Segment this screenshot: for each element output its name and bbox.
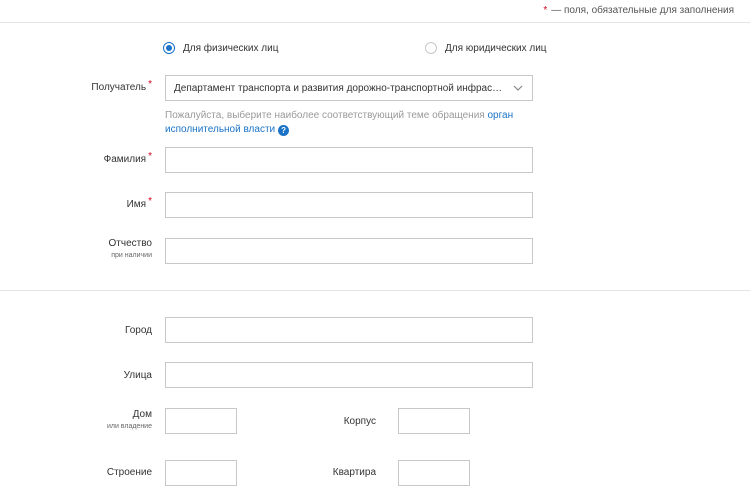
city-label: Город	[124, 325, 152, 336]
radio-individuals[interactable]: Для физических лиц	[163, 42, 278, 54]
required-star: *	[148, 79, 152, 90]
radio-checked-icon	[163, 42, 175, 54]
required-fields-note: * — поля, обязательные для заполнения	[543, 5, 734, 16]
house-sublabel: или владение	[106, 423, 152, 430]
recipient-hint-text: Пожалуйста, выберите наиболее соответств…	[165, 110, 488, 121]
street-input[interactable]	[165, 362, 533, 388]
patronymic-input[interactable]	[165, 238, 533, 264]
patronymic-label-text: Отчество	[108, 238, 152, 249]
patronymic-sublabel: при наличии	[111, 252, 152, 259]
radio-individuals-label: Для физических лиц	[183, 42, 279, 54]
radio-legal-entities-label: Для юридических лиц	[445, 42, 547, 54]
radio-legal-entities[interactable]: Для юридических лиц	[425, 42, 547, 54]
recipient-label-text: Получатель	[91, 82, 147, 93]
structure-input[interactable]	[165, 460, 237, 486]
recipient-select[interactable]: Департамент транспорта и развития дорожн…	[165, 75, 533, 101]
recipient-label: Получатель *	[60, 79, 152, 93]
house-label-text: Дом	[132, 409, 152, 420]
house-label: Дом или владение	[60, 409, 152, 430]
last-name-label: Фамилия *	[60, 151, 152, 165]
first-name-label: Имя *	[60, 196, 152, 210]
building-label: Корпус	[343, 416, 376, 427]
recipient-select-value: Департамент транспорта и развития дорожн…	[174, 82, 504, 94]
required-star: *	[543, 5, 548, 16]
last-name-input[interactable]	[165, 147, 533, 173]
apartment-label: Квартира	[332, 467, 376, 478]
structure-label: Строение	[106, 467, 152, 478]
radio-unchecked-icon	[425, 42, 437, 54]
required-note-text: — поля, обязательные для заполнения	[551, 5, 734, 16]
city-input[interactable]	[165, 317, 533, 343]
patronymic-label: Отчество при наличии	[60, 238, 152, 259]
required-star: *	[148, 151, 152, 162]
house-input[interactable]	[165, 408, 237, 434]
first-name-label-text: Имя	[126, 199, 147, 210]
recipient-hint: Пожалуйста, выберите наиболее соответств…	[165, 109, 525, 137]
chevron-down-icon	[512, 82, 524, 94]
help-icon[interactable]: ?	[278, 125, 290, 136]
first-name-input[interactable]	[165, 192, 533, 218]
required-star: *	[148, 196, 152, 207]
street-label: Улица	[123, 370, 152, 381]
appeal-form: * — поля, обязательные для заполнения Для…	[0, 0, 750, 501]
last-name-label-text: Фамилия	[103, 154, 147, 165]
apartment-input[interactable]	[398, 460, 470, 486]
divider-top	[0, 22, 750, 23]
divider-middle	[0, 290, 750, 291]
building-input[interactable]	[398, 408, 470, 434]
